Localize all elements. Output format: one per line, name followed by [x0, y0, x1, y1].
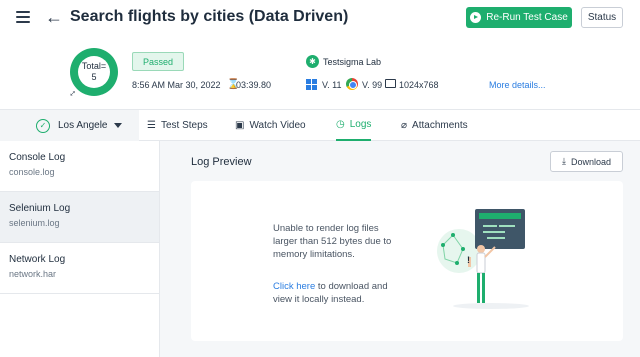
person-with-code-board-illustration: !: [437, 209, 529, 309]
chevron-down-icon: [114, 123, 122, 128]
download-instruction: Click here to download and view it local…: [273, 280, 403, 306]
sidebar-item-file: selenium.log: [9, 218, 60, 228]
expand-icon[interactable]: ↕: [67, 88, 78, 99]
preview-title: Log Preview: [191, 156, 252, 168]
total-value: 5: [91, 72, 97, 82]
device-name: Los Angele: [58, 120, 108, 131]
sidebar-item-console-log[interactable]: Console Log console.log: [0, 141, 159, 192]
sidebar-item-network-log[interactable]: Network Log network.har: [0, 243, 159, 294]
download-button[interactable]: ⤓ Download: [550, 151, 623, 172]
run-duration: 03:39.80: [236, 80, 272, 90]
tab-test-steps[interactable]: ☰ Test Steps: [147, 110, 208, 141]
total-donut-chart: Total= 5: [70, 48, 118, 96]
click-here-link[interactable]: Click here: [273, 281, 315, 292]
back-arrow-icon[interactable]: ←: [45, 7, 63, 27]
status-button[interactable]: Status: [581, 7, 623, 28]
device-select[interactable]: ✓ Los Angele: [0, 110, 139, 141]
paperclip-icon: ⌀: [401, 120, 408, 131]
render-error-message: Unable to render log files larger than 5…: [273, 223, 392, 260]
tab-attachments[interactable]: ⌀ Attachments: [401, 110, 468, 141]
screen-resolution: 1024x768: [399, 80, 439, 90]
sidebar-item-title: Console Log: [9, 152, 66, 163]
sidebar-item-file: console.log: [9, 167, 55, 177]
preview-card: Unable to render log files larger than 5…: [191, 181, 623, 341]
tab-label: Attachments: [412, 120, 468, 131]
play-icon: [470, 12, 482, 23]
os-version: V. 11: [322, 80, 342, 90]
page-title: Search flights by cities (Data Driven): [70, 8, 349, 25]
download-label: Download: [570, 156, 611, 167]
testsigma-lab-icon: ✱: [306, 55, 319, 68]
monitor-icon: [385, 79, 396, 88]
log-sidebar: Console Log console.log Selenium Log sel…: [0, 141, 160, 357]
log-preview-panel: Log Preview ⤓ Download Unable to render …: [160, 141, 640, 357]
rerun-label: Re-Run Test Case: [486, 12, 568, 23]
sidebar-item-file: network.har: [9, 269, 57, 279]
lab-name: Testsigma Lab: [323, 57, 382, 67]
sidebar-item-title: Selenium Log: [9, 203, 71, 214]
tabs-bar: ✓ Los Angele ☰ Test Steps ▣ Watch Video …: [0, 109, 640, 141]
tab-label: Test Steps: [160, 120, 208, 131]
check-circle-icon: ✓: [36, 119, 50, 133]
windows-icon: [306, 79, 317, 90]
tab-label: Logs: [349, 119, 372, 130]
tab-logs[interactable]: ◷ Logs: [336, 110, 372, 141]
menu-icon[interactable]: [16, 11, 30, 23]
clock-icon: ◷: [336, 119, 345, 130]
tab-label: Watch Video: [249, 120, 306, 131]
sidebar-item-title: Network Log: [9, 254, 66, 265]
sidebar-item-selenium-log[interactable]: Selenium Log selenium.log: [0, 192, 159, 243]
status-badge: Passed: [132, 52, 184, 71]
total-label: Total=: [81, 61, 107, 71]
svg-text:!: !: [467, 255, 470, 265]
run-timestamp: 8:56 AM Mar 30, 2022: [132, 80, 221, 90]
rerun-test-case-button[interactable]: Re-Run Test Case: [466, 7, 572, 28]
list-icon: ☰: [147, 120, 156, 131]
download-icon: ⤓: [561, 156, 566, 166]
more-details-link[interactable]: More details...: [489, 80, 546, 90]
chrome-icon: [346, 78, 358, 90]
tab-watch-video[interactable]: ▣ Watch Video: [235, 110, 306, 141]
browser-version: V. 99: [362, 80, 383, 90]
video-icon: ▣: [235, 120, 245, 131]
top-header: ← Search flights by cities (Data Driven)…: [0, 0, 640, 36]
